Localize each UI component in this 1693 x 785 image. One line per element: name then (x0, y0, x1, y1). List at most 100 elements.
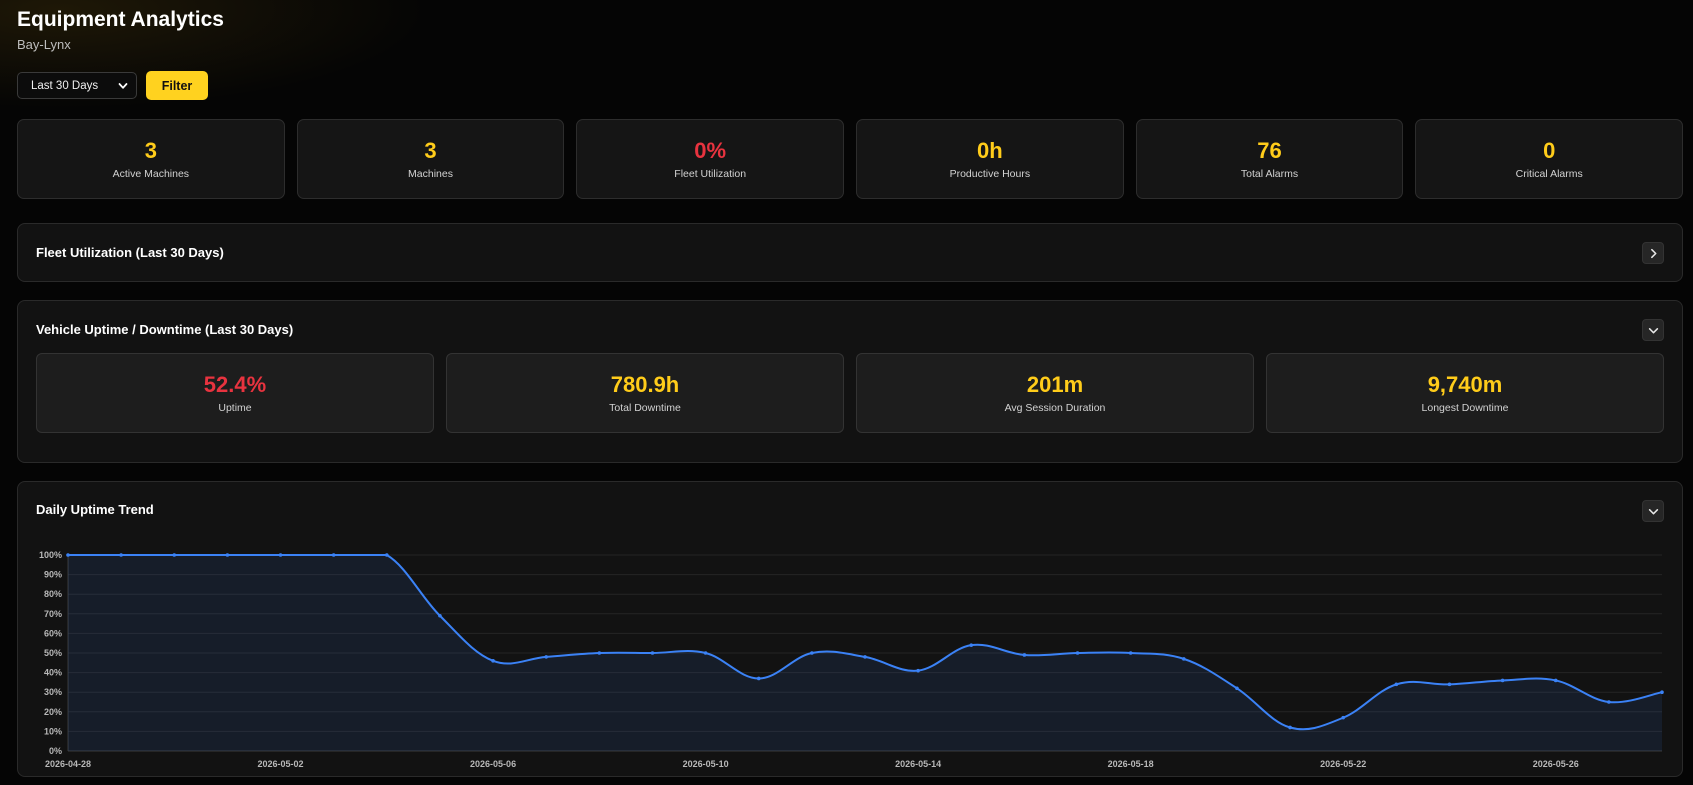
data-point (544, 655, 548, 659)
x-tick-label: 2026-05-14 (895, 759, 941, 769)
data-point (1553, 678, 1558, 683)
data-point (1660, 690, 1664, 694)
y-tick-label: 70% (44, 609, 62, 619)
stat-card-machines: 3 Machines (296, 119, 565, 199)
data-point (969, 643, 974, 647)
data-point (385, 553, 389, 557)
stat-label: Longest Downtime (1421, 402, 1509, 414)
y-tick-label: 60% (44, 628, 62, 638)
y-tick-label: 30% (44, 687, 62, 697)
stat-value: 201m (1026, 372, 1084, 397)
data-point (1607, 700, 1611, 704)
data-point (810, 651, 814, 655)
stat-value: 0% (694, 138, 727, 163)
chevron-right-icon (1650, 248, 1656, 258)
x-tick-label: 2026-05-02 (258, 759, 304, 769)
x-tick-label: 2026-05-26 (1533, 759, 1579, 769)
data-point (438, 613, 442, 618)
data-point (1500, 678, 1505, 683)
x-tick-label: 2026-05-18 (1108, 759, 1154, 769)
stat-label: Machines (408, 168, 453, 180)
stat-label: Productive Hours (949, 168, 1031, 180)
collapse-toggle-button[interactable] (1642, 500, 1664, 522)
filter-button[interactable]: Filter (146, 71, 208, 100)
stat-label: Uptime (218, 402, 252, 414)
date-range-value: Last 30 Days (31, 79, 99, 92)
data-point (278, 553, 283, 557)
data-point (650, 651, 655, 655)
uptime-stats: 52.4% Uptime 780.9h Total Downtime 201m … (36, 353, 1664, 433)
data-point (1447, 682, 1452, 687)
stat-card-total-downtime: 780.9h Total Downtime (446, 353, 844, 433)
x-tick-label: 2026-05-22 (1320, 759, 1366, 769)
stat-card-active-machines: 3 Active Machines (17, 119, 285, 199)
panel-title: Fleet Utilization (Last 30 Days) (36, 245, 224, 260)
uptime-trend-svg: 0% 10% 20% 30% 40% 50% 60% 70% 80% 90% 100% 2026-04… (39, 550, 1664, 769)
stat-label: Critical Alarms (1515, 168, 1583, 180)
page-subtitle: Bay-Lynx (17, 37, 71, 52)
data-point (703, 651, 708, 655)
data-point (1235, 686, 1239, 691)
data-point (225, 553, 230, 557)
y-tick-label: 0% (49, 746, 62, 756)
chevron-down-icon (1648, 508, 1658, 514)
stat-card-critical-alarms: 0 Critical Alarms (1415, 119, 1684, 199)
stat-value: 0h (977, 138, 1003, 163)
data-point (1341, 715, 1345, 720)
x-tick-label: 2026-04-28 (45, 759, 91, 769)
x-tick-label: 2026-05-06 (470, 759, 516, 769)
data-point (1075, 651, 1080, 655)
date-range-select[interactable]: Last 30 Days (17, 72, 137, 99)
y-tick-label: 90% (44, 570, 62, 580)
stat-value: 52.4% (203, 372, 267, 397)
summary-stats: 3 Active Machines 3 Machines 0% Fleet Ut… (17, 119, 1684, 199)
collapse-toggle-button[interactable] (1642, 319, 1664, 341)
stat-card-uptime: 52.4% Uptime (36, 353, 434, 433)
y-tick-label: 100% (39, 550, 62, 560)
uptime-trend-chart: 0% 10% 20% 30% 40% 50% 60% 70% 80% 90% 100% 2026-04… (18, 532, 1682, 777)
stat-card-productive-hours: 0h Productive Hours (856, 119, 1124, 199)
y-tick-label: 10% (44, 726, 62, 736)
y-tick-label: 20% (44, 707, 62, 717)
stat-value: 3 (424, 138, 437, 163)
data-point (916, 668, 920, 673)
stat-label: Total Downtime (609, 402, 681, 414)
stat-label: Fleet Utilization (674, 168, 747, 180)
filter-controls: Last 30 Days Filter (17, 71, 208, 100)
stat-card-longest-downtime: 9,740m Longest Downtime (1266, 353, 1664, 433)
data-point (1394, 682, 1399, 687)
panel-title: Vehicle Uptime / Downtime (Last 30 Days) (36, 322, 294, 337)
data-point (1022, 653, 1027, 657)
data-point (1128, 651, 1133, 655)
stat-label: Active Machines (112, 168, 190, 180)
data-point (756, 676, 761, 681)
stat-label: Total Alarms (1240, 168, 1299, 180)
stat-value: 780.9h (610, 372, 680, 397)
data-point (863, 655, 867, 659)
stat-card-total-alarms: 76 Total Alarms (1135, 119, 1404, 199)
stat-value: 76 (1257, 138, 1282, 163)
chevron-down-icon (118, 82, 128, 89)
expand-toggle-button[interactable] (1642, 242, 1664, 264)
data-point (66, 553, 70, 557)
data-point (491, 659, 495, 663)
data-point (1288, 725, 1292, 730)
y-tick-label: 80% (44, 589, 62, 599)
stat-card-fleet-utilization: 0% Fleet Utilization (576, 119, 845, 199)
stat-card-avg-session-duration: 201m Avg Session Duration (856, 353, 1254, 433)
x-tick-label: 2026-05-10 (683, 759, 729, 769)
uptime-downtime-panel: Vehicle Uptime / Downtime (Last 30 Days)… (17, 300, 1683, 463)
chevron-down-icon (1648, 327, 1658, 333)
stat-value: 0 (1543, 138, 1556, 163)
data-point (331, 553, 336, 557)
data-point (597, 651, 602, 655)
data-point (1182, 657, 1186, 661)
fleet-utilization-panel: Fleet Utilization (Last 30 Days) (17, 223, 1683, 282)
y-tick-label: 40% (44, 668, 62, 678)
data-point (119, 553, 123, 557)
panel-title: Daily Uptime Trend (36, 502, 154, 517)
page-title: Equipment Analytics (17, 8, 224, 31)
data-point (172, 553, 177, 557)
y-tick-label: 50% (44, 648, 62, 658)
stat-value: 9,740m (1427, 372, 1503, 397)
